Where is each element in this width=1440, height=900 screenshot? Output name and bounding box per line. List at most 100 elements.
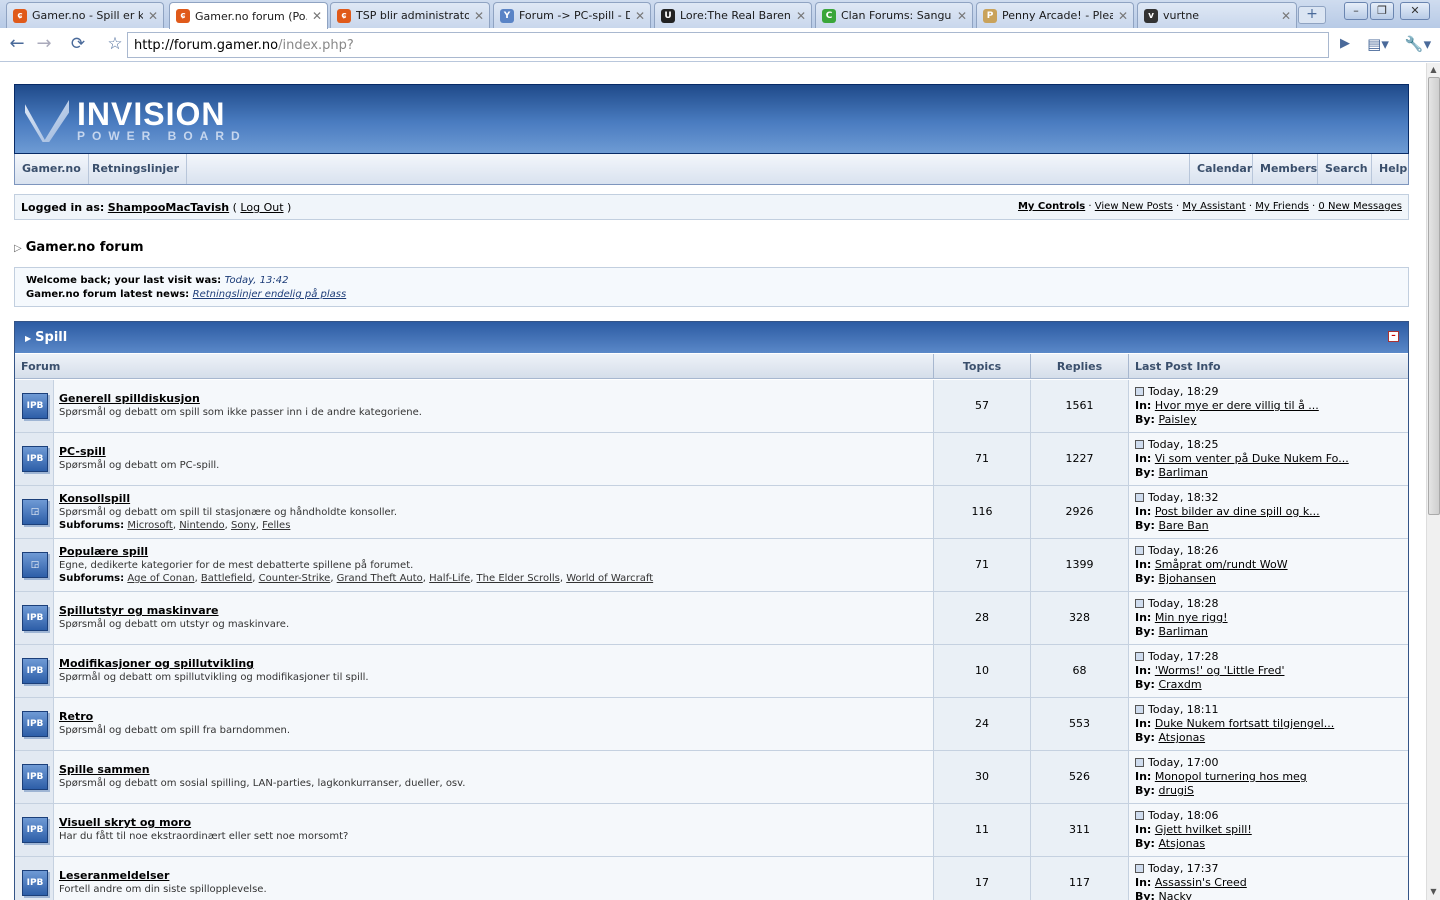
last-post-author-link[interactable]: Bare Ban (1158, 519, 1208, 532)
forum-title-link[interactable]: Spillutstyr og maskinvare (59, 604, 928, 618)
subforum-link[interactable]: Felles (262, 520, 290, 531)
subforum-link[interactable]: Half-Life (429, 573, 470, 584)
page-menu-icon[interactable]: ▤▾ (1364, 33, 1392, 57)
last-post-author-link[interactable]: Craxdm (1158, 678, 1201, 691)
forum-title-link[interactable]: Konsollspill (59, 492, 928, 506)
last-post-topic-link[interactable]: 'Worms!' og 'Little Fred' (1155, 664, 1285, 677)
address-bar[interactable]: http://forum.gamer.no/index.php? (127, 32, 1329, 58)
view-new-posts-link[interactable]: View New Posts (1095, 201, 1173, 212)
submenu-retningslinjer[interactable]: Retningslinjer (85, 154, 188, 184)
last-post-topic-link[interactable]: Post bilder av dine spill og k... (1155, 505, 1320, 518)
wrench-menu-icon[interactable]: 🔧▾ (1402, 33, 1434, 57)
forum-title-link[interactable]: Generell spilldiskusjon (59, 392, 928, 406)
last-post-topic-link[interactable]: Hvor mye er dere villig til å ... (1155, 399, 1319, 412)
invision-logo[interactable]: INVISION POWER BOARD (25, 98, 247, 143)
tab-close-icon[interactable]: ✕ (1117, 9, 1129, 23)
my-controls-link[interactable]: My Controls (1018, 201, 1085, 212)
my-friends-link[interactable]: My Friends (1255, 201, 1309, 212)
news-link[interactable]: Retningslinjer endelig på plass (193, 289, 347, 300)
username-link[interactable]: ShampooMacTavish (108, 201, 229, 214)
browser-tab-7[interactable]: v vurtne ✕ (1137, 2, 1297, 28)
last-post-icon[interactable] (1135, 705, 1144, 714)
last-post-author-link[interactable]: Barliman (1158, 625, 1207, 638)
last-post-icon[interactable] (1135, 652, 1144, 661)
subforum-link[interactable]: Counter-Strike (259, 573, 331, 584)
last-post-icon[interactable] (1135, 493, 1144, 502)
subforum-link[interactable]: World of Warcraft (566, 573, 653, 584)
last-post-icon[interactable] (1135, 440, 1144, 449)
last-post-icon[interactable] (1135, 758, 1144, 767)
tab-close-icon[interactable]: ✕ (956, 9, 968, 23)
browser-tab-0[interactable]: ɕ Gamer.no - Spill er ku... ✕ (6, 2, 164, 28)
back-icon[interactable]: ← (5, 33, 29, 57)
tab-close-icon[interactable]: ✕ (795, 9, 807, 23)
last-post-author-link[interactable]: Barliman (1158, 466, 1207, 479)
last-post-author-link[interactable]: Atsjonas (1158, 837, 1205, 850)
last-post-topic-link[interactable]: Monopol turnering hos meg (1155, 770, 1307, 783)
category-title[interactable]: Spill (35, 330, 67, 345)
scrollbar-thumb[interactable] (1428, 77, 1440, 515)
subforum-link[interactable]: The Elder Scrolls (477, 573, 560, 584)
tab-close-icon[interactable]: ✕ (311, 9, 323, 23)
subforum-link[interactable]: Age of Conan (127, 573, 194, 584)
subforum-link[interactable]: Sony (231, 520, 256, 531)
browser-tab-1[interactable]: ɕ Gamer.no forum (Po... ✕ (169, 2, 328, 29)
submenu-search[interactable]: Search (1317, 154, 1375, 184)
forum-title-link[interactable]: Visuell skryt og moro (59, 816, 928, 830)
last-post-icon[interactable] (1135, 599, 1144, 608)
collapse-icon[interactable]: – (1388, 331, 1399, 342)
tab-close-icon[interactable]: ✕ (473, 9, 485, 23)
logout-link[interactable]: Log Out (240, 201, 283, 214)
last-post-topic-link[interactable]: Min nye rigg! (1155, 611, 1228, 624)
tab-close-icon[interactable]: ✕ (1280, 9, 1292, 23)
vertical-scrollbar[interactable]: ▲ ▼ (1426, 63, 1440, 900)
browser-tab-3[interactable]: Y Forum -> PC-spill - Di... ✕ (493, 2, 651, 28)
scroll-up-icon[interactable]: ▲ (1427, 63, 1440, 76)
last-post-icon[interactable] (1135, 864, 1144, 873)
minimize-icon[interactable]: – (1344, 2, 1368, 20)
forum-title-link[interactable]: Modifikasjoner og spillutvikling (59, 657, 928, 671)
new-messages-link[interactable]: 0 New Messages (1318, 201, 1402, 212)
last-post-author-link[interactable]: drugiS (1158, 784, 1194, 797)
forum-title-link[interactable]: Spille sammen (59, 763, 928, 777)
last-post-icon[interactable] (1135, 546, 1144, 555)
forum-title-link[interactable]: Retro (59, 710, 928, 724)
forward-icon[interactable]: → (32, 33, 56, 57)
go-icon[interactable]: ▶ (1333, 33, 1357, 57)
reload-icon[interactable]: ⟳ (66, 33, 90, 57)
close-window-icon[interactable]: ✕ (1400, 2, 1430, 20)
last-post-topic-link[interactable]: Assassin's Creed (1155, 876, 1247, 889)
submenu-members[interactable]: Members (1252, 154, 1324, 184)
last-post-topic-link[interactable]: Småprat om/rundt WoW (1155, 558, 1288, 571)
last-post-topic-link[interactable]: Vi som venter på Duke Nukem Fo... (1155, 452, 1349, 465)
tab-close-icon[interactable]: ✕ (147, 9, 159, 23)
submenu-calendar[interactable]: Calendar (1189, 154, 1259, 184)
browser-tab-6[interactable]: P Penny Arcade! - Plea... ✕ (976, 2, 1134, 28)
subforum-link[interactable]: Battlefield (201, 573, 252, 584)
subforum-link[interactable]: Grand Theft Auto (337, 573, 423, 584)
new-tab-button[interactable]: + (1298, 6, 1326, 24)
last-post-topic-link[interactable]: Duke Nukem fortsatt tilgjengel... (1155, 717, 1334, 730)
last-post-topic-link[interactable]: Gjett hvilket spill! (1155, 823, 1252, 836)
breadcrumb-forum-link[interactable]: Gamer.no forum (26, 240, 144, 255)
forum-title-link[interactable]: Leseranmeldelser (59, 869, 928, 883)
browser-tab-5[interactable]: C Clan Forums: Sangui... ✕ (815, 2, 973, 28)
submenu-help[interactable]: Help (1371, 154, 1414, 184)
forum-title-link[interactable]: Populære spill (59, 545, 928, 559)
last-post-icon[interactable] (1135, 387, 1144, 396)
tab-close-icon[interactable]: ✕ (634, 9, 646, 23)
last-post-author-link[interactable]: Atsjonas (1158, 731, 1205, 744)
last-post-author-link[interactable]: Paisley (1158, 413, 1196, 426)
maximize-icon[interactable]: ❐ (1370, 2, 1394, 20)
last-post-author-link[interactable]: Nacky (1158, 890, 1192, 900)
bookmark-star-icon[interactable]: ☆ (103, 33, 127, 57)
last-post-icon[interactable] (1135, 811, 1144, 820)
scroll-down-icon[interactable]: ▼ (1427, 885, 1440, 898)
browser-tab-2[interactable]: ɕ TSP blir administrator... ✕ (330, 2, 490, 28)
browser-tab-4[interactable]: U Lore:The Real Baren... ✕ (654, 2, 812, 28)
my-assistant-link[interactable]: My Assistant (1182, 201, 1245, 212)
last-post-author-link[interactable]: Bjohansen (1158, 572, 1216, 585)
subforum-link[interactable]: Microsoft (127, 520, 173, 531)
submenu-gamer-no[interactable]: Gamer.no (15, 154, 89, 184)
subforum-link[interactable]: Nintendo (179, 520, 224, 531)
